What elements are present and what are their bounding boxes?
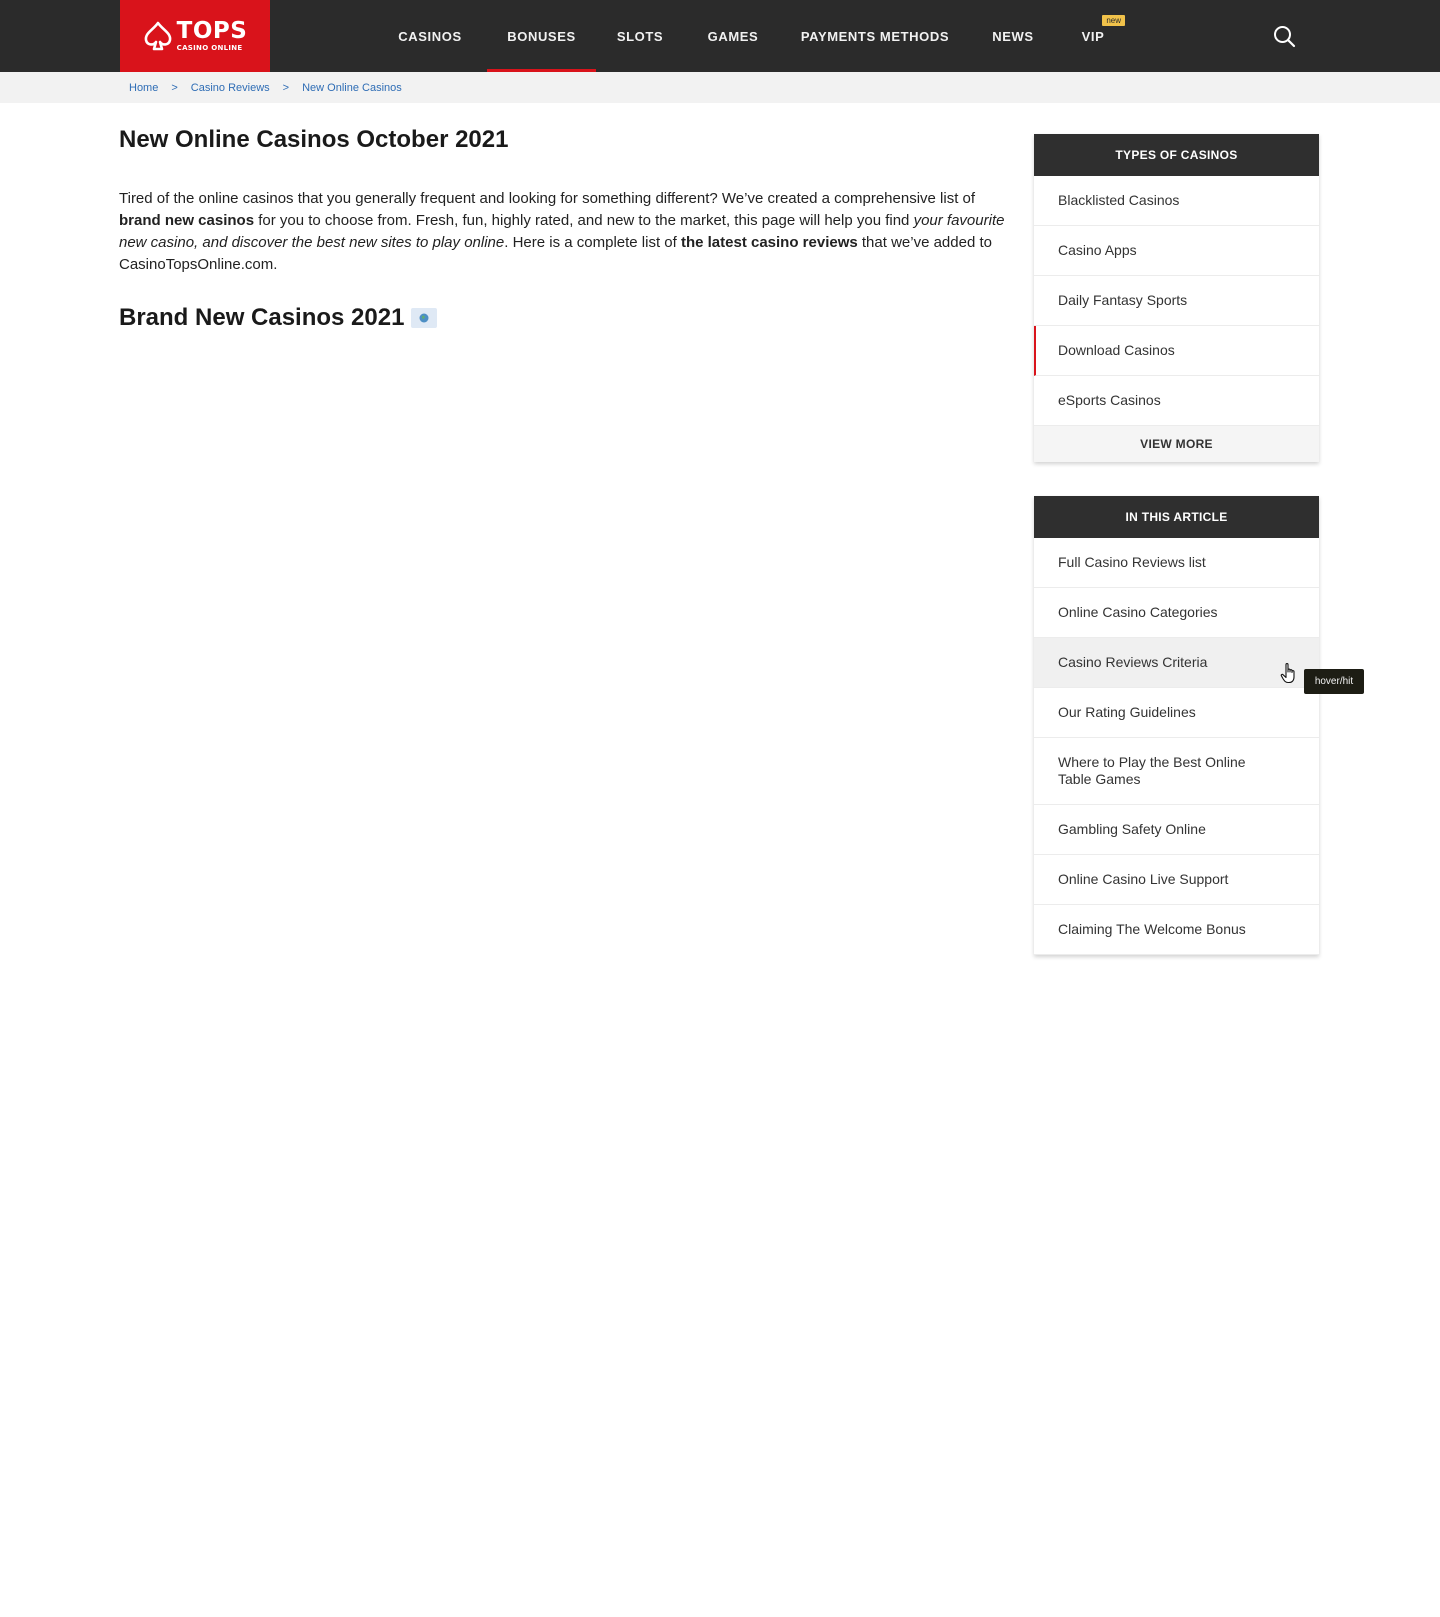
article-link-full-casino-reviews-list[interactable]: Full Casino Reviews list (1034, 538, 1319, 588)
sidebar-item-daily-fantasy-sports[interactable]: Daily Fantasy Sports (1034, 276, 1319, 326)
nav-news[interactable]: NEWS (984, 0, 1042, 72)
types-of-casinos-panel: TYPES OF CASINOS Blacklisted Casinos Cas… (1034, 134, 1319, 462)
intro-text: Tired of the online casinos that you gen… (119, 190, 976, 207)
geo-filter-chip[interactable] (411, 308, 438, 328)
nav-casinos[interactable]: CASINOS (388, 0, 472, 72)
in-this-article-heading: IN THIS ARTICLE (1034, 496, 1319, 538)
sidebar-item-download-casinos[interactable]: Download Casinos (1034, 326, 1319, 376)
in-this-article-panel: IN THIS ARTICLE Full Casino Reviews list… (1034, 496, 1319, 955)
breadcrumb-separator: > (282, 81, 290, 94)
logo-wordmark: TOPS (176, 18, 248, 44)
sidebar-item-blacklisted-casinos[interactable]: Blacklisted Casinos (1034, 176, 1319, 226)
logo-subtitle: CASINO ONLINE (176, 44, 243, 52)
globe-icon (419, 313, 429, 323)
breadcrumb-new-online-casinos[interactable]: New Online Casinos (302, 82, 402, 94)
breadcrumb-home[interactable]: Home (129, 82, 158, 94)
nav-bonuses[interactable]: BONUSES (487, 0, 596, 72)
article-link-best-online-table-games[interactable]: Where to Play the Best Online Table Game… (1034, 738, 1319, 805)
article-link-casino-reviews-criteria[interactable]: Casino Reviews Criteria (1034, 638, 1319, 688)
view-more-button[interactable]: VIEW MORE (1034, 426, 1319, 462)
breadcrumb-bar: Home > Casino Reviews > New Online Casin… (0, 72, 1440, 103)
sidebar-item-esports-casinos[interactable]: eSports Casinos (1034, 376, 1319, 426)
hand-pointer-icon (1280, 663, 1295, 684)
nav-payments-methods[interactable]: PAYMENTS METHODS (798, 0, 952, 72)
intro-bold-text: brand new casinos (119, 212, 255, 229)
top-navigation-bar: TOPS CASINO ONLINE CASINOS BONUSES SLOTS… (0, 0, 1440, 72)
section-title-text: Brand New Casinos 2021 (119, 304, 405, 331)
article-link-our-rating-guidelines[interactable]: Our Rating Guidelines (1034, 688, 1319, 738)
article-link-gambling-safety-online[interactable]: Gambling Safety Online (1034, 805, 1319, 855)
new-badge: new (1102, 15, 1125, 26)
nav-vip-label: VIP (1081, 28, 1105, 44)
intro-bold-text: the latest casino reviews (680, 234, 858, 251)
types-of-casinos-heading: TYPES OF CASINOS (1034, 134, 1319, 176)
article-link-online-casino-categories[interactable]: Online Casino Categories (1034, 588, 1319, 638)
intro-text: for you to choose from. Fresh, fun, high… (254, 212, 914, 229)
search-icon[interactable] (1272, 24, 1296, 48)
nav-vip[interactable]: VIP new (1075, 0, 1125, 72)
article-link-claiming-the-welcome-bonus[interactable]: Claiming The Welcome Bonus (1034, 905, 1319, 955)
hover-tooltip: hover/hit (1304, 669, 1364, 694)
breadcrumb-casino-reviews[interactable]: Casino Reviews (191, 82, 270, 94)
main-content: New Online Casinos October 2021 Tired of… (119, 124, 1009, 332)
section-title: Brand New Casinos 2021 (119, 304, 1009, 332)
intro-text: . Here is a complete list of (504, 234, 681, 251)
nav-slots[interactable]: SLOTS (610, 0, 670, 72)
nav-games[interactable]: GAMES (700, 0, 766, 72)
page-title: New Online Casinos October 2021 (119, 126, 509, 153)
article-link-online-casino-live-support[interactable]: Online Casino Live Support (1034, 855, 1319, 905)
breadcrumb: Home > Casino Reviews > New Online Casin… (129, 72, 402, 103)
spade-icon (144, 21, 171, 51)
sidebar-item-casino-apps[interactable]: Casino Apps (1034, 226, 1319, 276)
site-logo[interactable]: TOPS CASINO ONLINE (120, 0, 270, 72)
breadcrumb-separator: > (171, 81, 178, 94)
intro-paragraph: Tired of the online casinos that you gen… (119, 188, 1009, 276)
